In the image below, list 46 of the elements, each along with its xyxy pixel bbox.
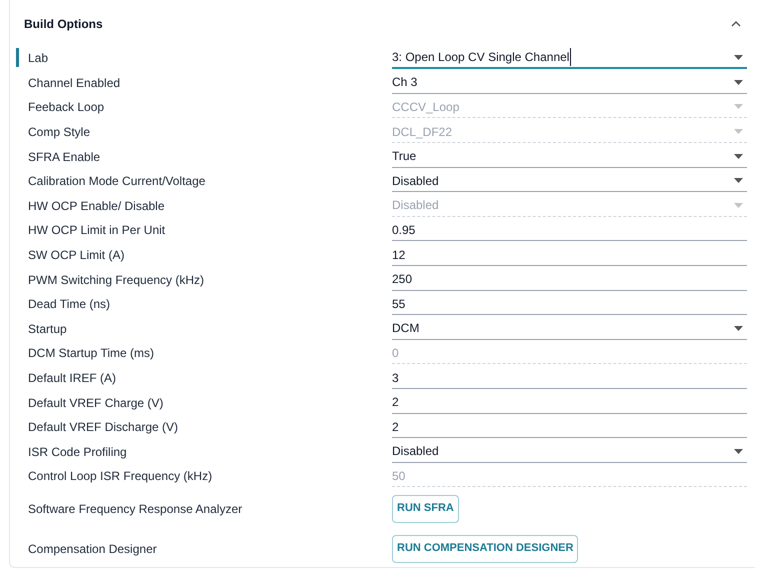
field-label: DCM Startup Time (ms) <box>27 345 156 362</box>
dropdown-arrow-icon <box>734 202 743 208</box>
field-label: SFRA Enable <box>27 148 102 166</box>
dropdown-arrow-icon <box>734 54 743 60</box>
input-field[interactable]: 12 <box>392 244 747 266</box>
field-label: ISR Code Profiling <box>27 444 128 461</box>
dropdown-arrow-icon <box>734 326 743 331</box>
input-field[interactable]: 250 <box>392 268 747 291</box>
dropdown-arrow-icon <box>734 104 743 110</box>
field-label: Startup <box>27 320 68 338</box>
field-label: HW OCP Limit in Per Unit <box>27 222 166 240</box>
dropdown-field[interactable]: Disabled <box>392 440 747 463</box>
input-field[interactable]: 2 <box>392 392 747 414</box>
input-field[interactable]: 55 <box>392 293 747 316</box>
section-title: Build Options <box>24 16 103 33</box>
field-label: HW OCP Enable/ Disable <box>27 198 166 215</box>
input-field[interactable]: 2 <box>392 416 747 438</box>
input-field[interactable]: 0.95 <box>392 219 747 242</box>
field-label: Calibration Mode Current/Voltage <box>27 173 206 190</box>
dropdown-field[interactable]: Disabled <box>392 170 747 192</box>
field-label: Dead Time (ns) <box>27 296 112 314</box>
dropdown-field[interactable]: DCM <box>392 318 747 340</box>
dropdown-arrow-icon <box>734 80 743 85</box>
field-label: Default VREF Charge (V) <box>27 394 164 412</box>
field-label: Default IREF (A) <box>27 370 118 388</box>
field-label: Default VREF Discharge (V) <box>27 419 180 436</box>
dropdown-field[interactable]: True <box>392 146 747 168</box>
field-label: SW OCP Limit (A) <box>27 247 126 264</box>
dropdown-field[interactable]: Ch 3 <box>392 72 747 94</box>
input-field[interactable]: 3 <box>392 367 747 390</box>
field-label: Comp Style <box>27 124 92 142</box>
chevron-up-icon[interactable] <box>731 21 741 27</box>
action-button[interactable]: RUN SFRA <box>392 494 459 523</box>
field-label: PWM Switching Frequency (kHz) <box>27 272 206 289</box>
dropdown-arrow-icon <box>734 154 743 159</box>
field-label: Software Frequency Response Analyzer <box>27 500 244 518</box>
dropdown-arrow-icon <box>734 178 743 184</box>
field-label: Lab <box>27 50 50 68</box>
field-label: Channel Enabled <box>27 74 122 92</box>
dropdown-arrow-icon <box>734 448 743 454</box>
field-label: Feeback Loop <box>27 99 106 116</box>
dropdown-arrow-icon <box>734 129 743 134</box>
field-label: Control Loop ISR Frequency (kHz) <box>27 468 214 486</box>
field-label: Compensation Designer <box>27 540 158 558</box>
action-button[interactable]: RUN COMPENSATION DESIGNER <box>392 534 578 563</box>
dropdown-field[interactable]: 3: Open Loop CV Single Channel <box>392 47 747 70</box>
